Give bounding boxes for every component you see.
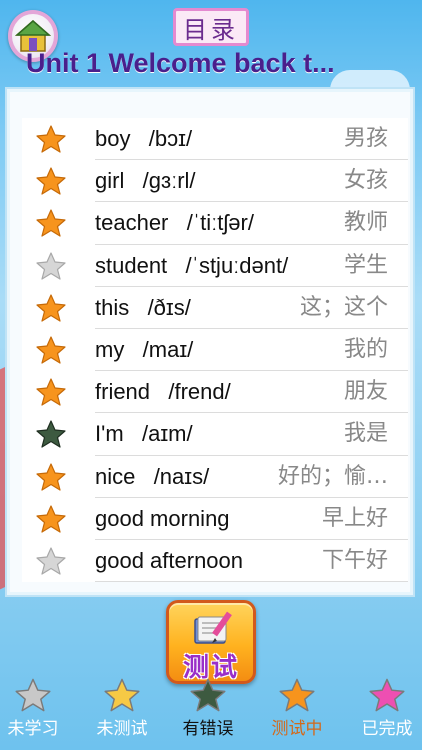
legend-item: 未学习	[0, 676, 75, 750]
star-yellow-icon	[80, 678, 164, 712]
star-dark-icon	[36, 420, 66, 448]
legend-label: 已完成	[361, 719, 413, 739]
word-meaning: 女孩	[343, 168, 388, 194]
star-orange-icon	[36, 125, 66, 153]
legend-item: 未测试	[80, 676, 164, 750]
legend-label: 测试中	[271, 719, 323, 739]
word-text: this /ðɪs/	[95, 294, 191, 320]
word-text: teacher /ˈtiːtʃər/	[95, 210, 254, 236]
word-text: student /ˈstjuːdənt/	[95, 252, 289, 278]
word-row[interactable]: student /ˈstjuːdənt/学生	[22, 245, 408, 287]
star-orange-icon	[36, 167, 66, 195]
word-meaning: 学生	[343, 252, 388, 278]
word-meaning: 这；这个	[299, 294, 388, 320]
legend-label: 未测试	[96, 719, 148, 739]
star-pink-icon	[345, 678, 422, 712]
word-list: boy /bɔɪ/男孩 girl /ɡɜːrl/女孩 teacher /ˈtiːtʃ…	[22, 118, 408, 583]
star-orange-icon	[36, 209, 66, 237]
index-label: 目录	[183, 15, 239, 44]
word-text: friend /frend/	[95, 379, 231, 405]
star-gray-icon	[36, 251, 66, 280]
word-text: nice /naɪs/	[95, 463, 210, 489]
star-orange-icon	[36, 294, 66, 322]
legend-item: 测试中	[255, 676, 339, 750]
legend-label: 未学习	[7, 719, 59, 739]
star-orange-icon	[36, 505, 66, 533]
star-gray-icon	[36, 547, 66, 575]
word-text: girl /ɡɜːrl/	[95, 168, 196, 194]
unit-title: Unit 1 Welcome back t...	[26, 48, 335, 78]
legend-label: 有错误	[182, 719, 234, 739]
word-row[interactable]: girl /ɡɜːrl/女孩	[22, 160, 408, 203]
word-row[interactable]: boy /bɔɪ/男孩	[22, 118, 408, 161]
word-meaning: 早上好	[321, 505, 388, 531]
word-meaning: 好的；愉…	[277, 463, 388, 489]
word-meaning: 我是	[343, 421, 388, 447]
word-row[interactable]: good morning 早上好	[22, 498, 408, 540]
word-row[interactable]: good afternoon 下午好	[22, 540, 408, 583]
word-text: good morning	[95, 505, 230, 531]
star-orange-icon	[36, 378, 66, 406]
word-row[interactable]: nice /naɪs/好的；愉…	[22, 456, 408, 498]
word-row[interactable]: I'm /aɪm/我是	[22, 413, 408, 456]
star-orange-icon	[36, 462, 66, 491]
index-button[interactable]: 目录	[173, 8, 249, 46]
legend-item: 有错误	[166, 676, 250, 750]
word-meaning: 男孩	[343, 126, 388, 151]
word-row[interactable]: friend /frend/朋友	[22, 371, 408, 414]
word-text: good afternoon	[95, 547, 244, 573]
status-legend: 未学习 未测试 有错误 测试中 已完成	[0, 676, 422, 750]
word-meaning: 教师	[343, 210, 388, 236]
word-text: my /maɪ/	[95, 336, 194, 362]
book-pencil-icon	[194, 611, 232, 644]
word-meaning: 下午好	[321, 547, 388, 573]
word-meaning: 我的	[343, 336, 388, 362]
word-row[interactable]: my /maɪ/我的	[22, 329, 408, 372]
star-dark-icon	[166, 678, 250, 712]
word-meaning: 朋友	[343, 379, 388, 405]
word-text: boy /bɔɪ/	[95, 126, 193, 151]
word-text: I'm /aɪm/	[95, 421, 193, 447]
legend-item: 已完成	[345, 676, 422, 750]
word-row[interactable]: teacher /ˈtiːtʃər/教师	[22, 202, 408, 245]
star-orange-icon	[255, 678, 339, 712]
star-orange-icon	[36, 336, 66, 364]
star-gray-icon	[0, 678, 75, 712]
word-row[interactable]: this /ðɪs/这；这个	[22, 287, 408, 329]
row-divider	[95, 581, 408, 583]
test-button[interactable]: 测试	[166, 600, 256, 684]
